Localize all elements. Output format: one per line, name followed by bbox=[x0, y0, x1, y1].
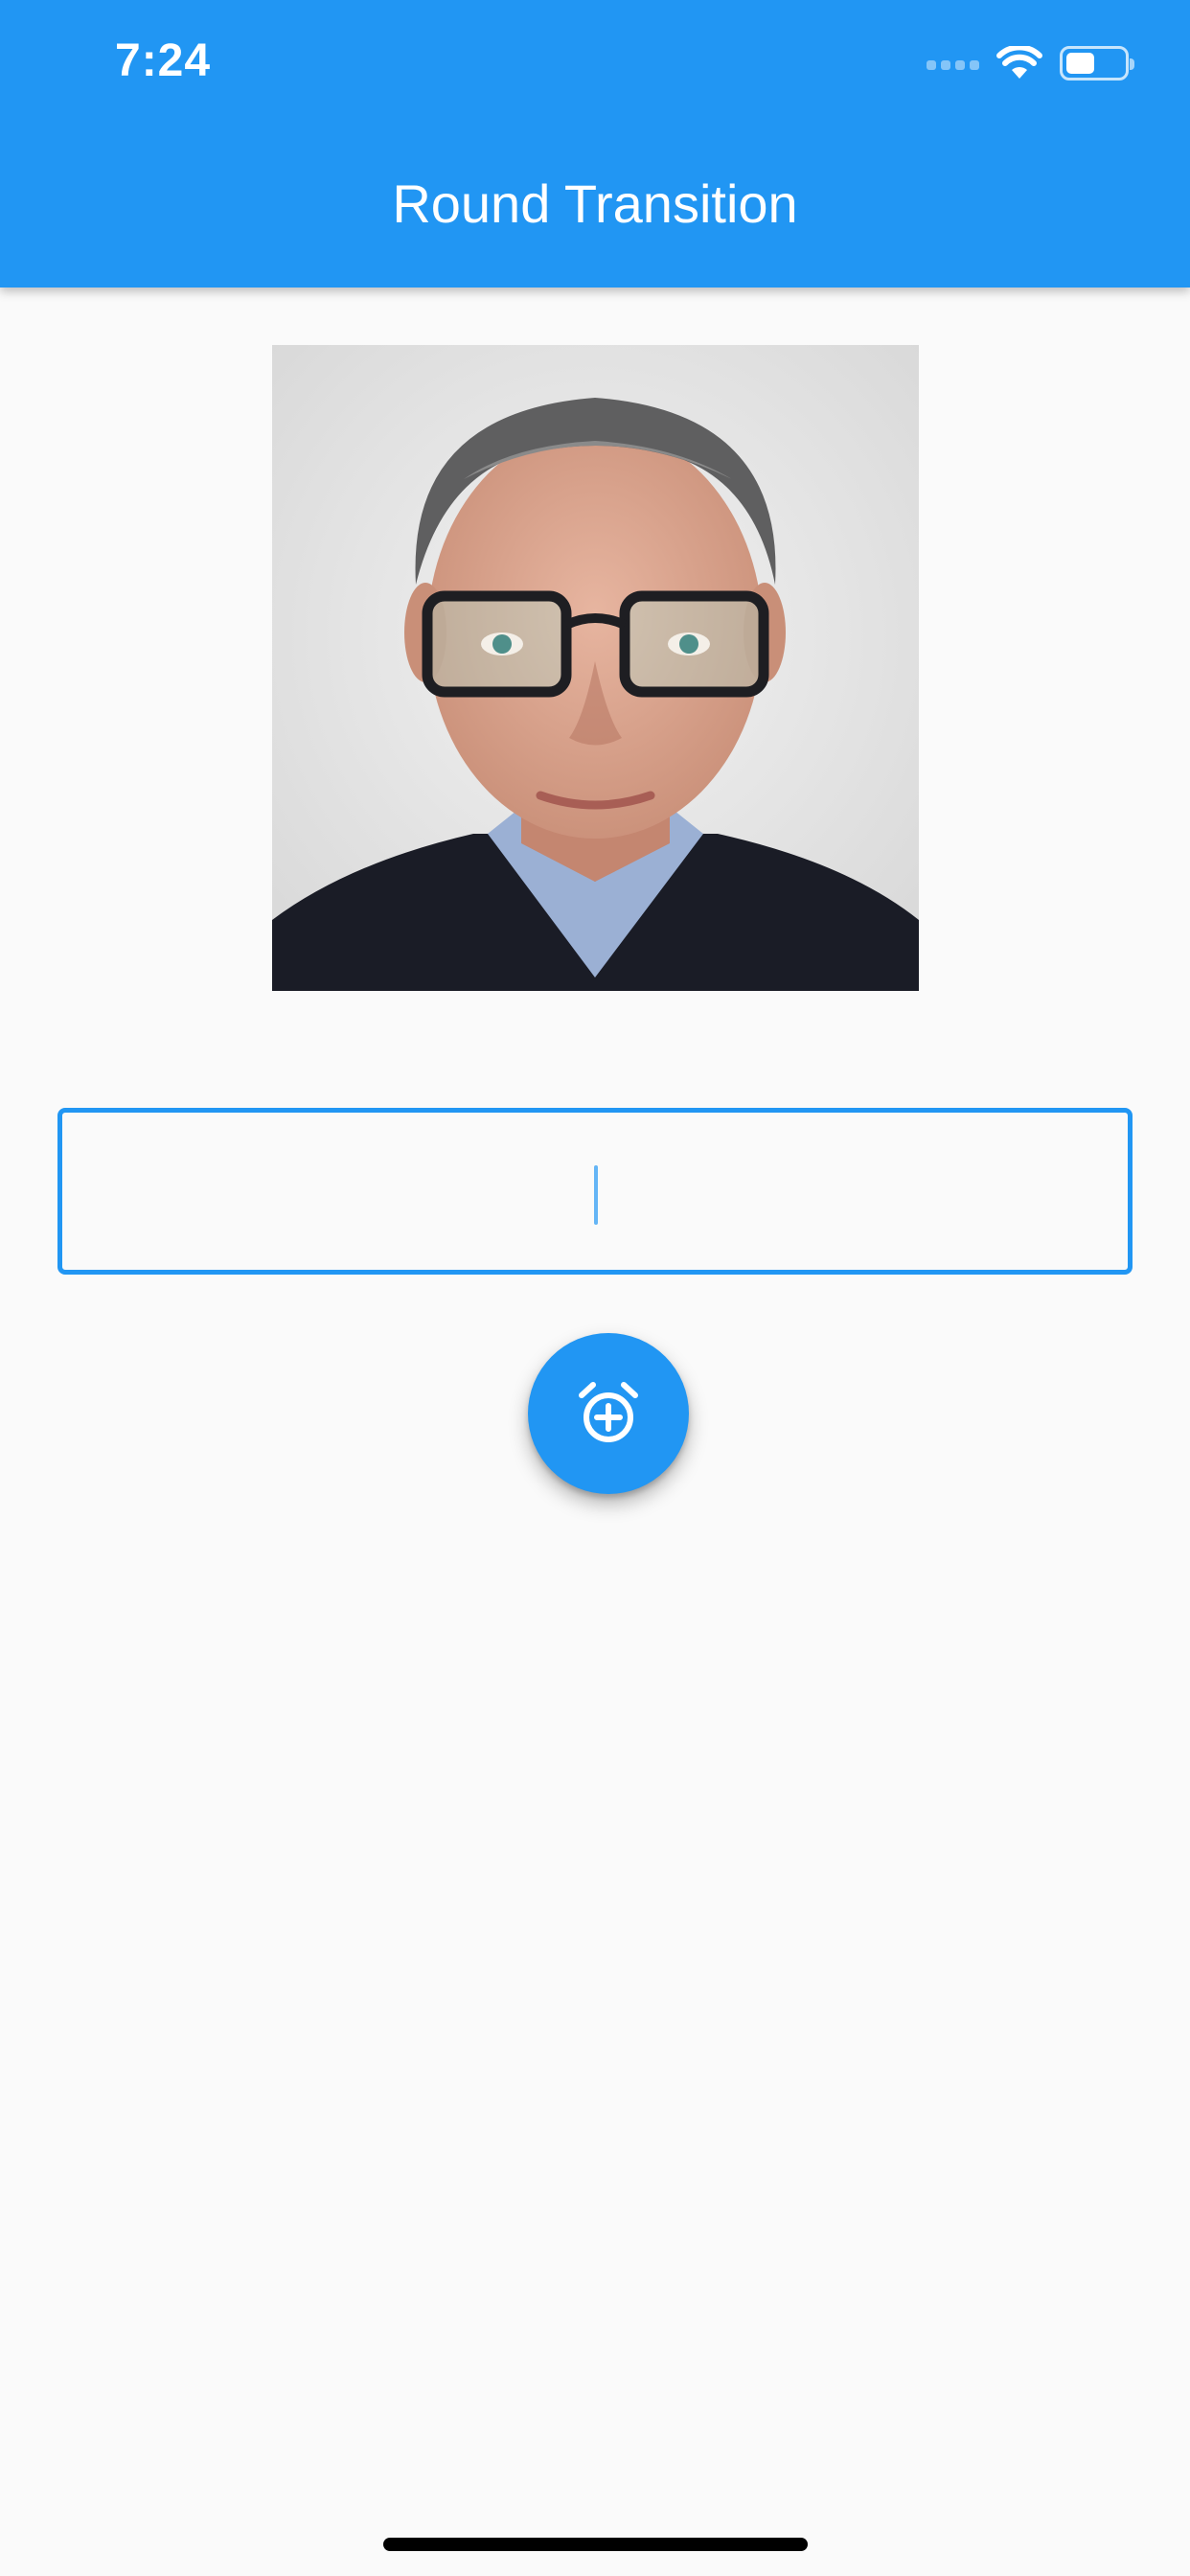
add-alarm-icon bbox=[579, 1382, 638, 1442]
page-title: Round Transition bbox=[392, 173, 798, 234]
battery-level bbox=[1066, 53, 1094, 74]
status-time: 7:24 bbox=[115, 35, 212, 86]
add-alarm-button[interactable] bbox=[528, 1333, 689, 1494]
profile-photo bbox=[272, 345, 919, 991]
status-icons bbox=[927, 42, 1134, 84]
cellular-signal-icon bbox=[927, 57, 979, 70]
wifi-icon bbox=[996, 46, 1042, 79]
home-indicator[interactable] bbox=[383, 2538, 808, 2551]
text-cursor bbox=[594, 1165, 598, 1225]
battery-icon bbox=[1060, 46, 1134, 80]
app-bar: 7:24 Round Transition bbox=[0, 0, 1190, 288]
text-field[interactable] bbox=[57, 1108, 1133, 1275]
